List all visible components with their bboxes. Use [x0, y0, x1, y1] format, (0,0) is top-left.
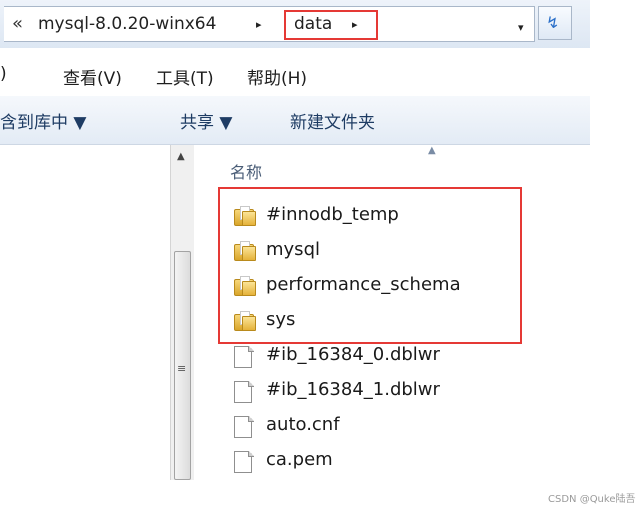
scroll-grip-icon: ≡	[177, 362, 187, 375]
file-icon	[234, 346, 254, 368]
list-item[interactable]: auto.cnf	[234, 410, 534, 444]
nav-scrollbar[interactable]: ▲ ≡	[170, 145, 195, 480]
scroll-up-icon[interactable]: ▲	[177, 151, 185, 162]
file-icon	[234, 381, 254, 403]
file-name: auto.cnf	[266, 414, 340, 435]
highlight-box-folders	[218, 187, 522, 344]
explorer-window: « mysql-8.0.20-winx64 ▸ data ▸ ▾ ↯ ) 查看(…	[0, 0, 590, 480]
column-header-name[interactable]: 名称	[230, 159, 262, 183]
highlight-box-address	[284, 10, 378, 40]
menu-item-help[interactable]: 帮助(H)	[247, 64, 307, 89]
overflow-chevron-icon[interactable]: «	[12, 13, 23, 34]
list-item[interactable]: #ib_16384_1.dblwr	[234, 375, 534, 409]
share-button[interactable]: 共享 ▼	[180, 108, 232, 133]
file-icon	[234, 451, 254, 473]
list-item[interactable]: #ib_16384_0.dblwr	[234, 340, 534, 374]
sort-ascending-icon: ▲	[428, 145, 436, 156]
list-item[interactable]: ca.pem	[234, 445, 534, 479]
file-name: ca.pem	[266, 449, 333, 470]
file-name: #ib_16384_0.dblwr	[266, 344, 440, 365]
file-name: #ib_16384_1.dblwr	[266, 379, 440, 400]
address-bar-row: « mysql-8.0.20-winx64 ▸ data ▸ ▾ ↯	[0, 0, 590, 48]
address-dropdown-icon[interactable]: ▾	[518, 21, 524, 34]
menu-item-edit[interactable]: )	[0, 64, 7, 84]
breadcrumb-mysql[interactable]: mysql-8.0.20-winx64	[38, 14, 216, 34]
menu-item-tools[interactable]: 工具(T)	[156, 64, 214, 89]
address-bar[interactable]: « mysql-8.0.20-winx64 ▸ data ▸ ▾	[4, 6, 535, 42]
refresh-icon: ↯	[546, 13, 560, 32]
include-in-library-button[interactable]: 含到库中 ▼	[0, 108, 86, 133]
file-icon	[234, 416, 254, 438]
new-folder-button[interactable]: 新建文件夹	[290, 108, 375, 133]
menu-item-view[interactable]: 查看(V)	[63, 64, 122, 89]
navigation-pane[interactable]	[0, 145, 170, 480]
breadcrumb-separator-icon[interactable]: ▸	[256, 18, 262, 31]
command-toolbar: 含到库中 ▼ 共享 ▼ 新建文件夹	[0, 96, 590, 145]
refresh-button[interactable]: ↯	[538, 6, 572, 40]
watermark: CSDN @Quke陆吾	[548, 494, 636, 505]
menu-bar: ) 查看(V) 工具(T) 帮助(H)	[0, 58, 590, 92]
